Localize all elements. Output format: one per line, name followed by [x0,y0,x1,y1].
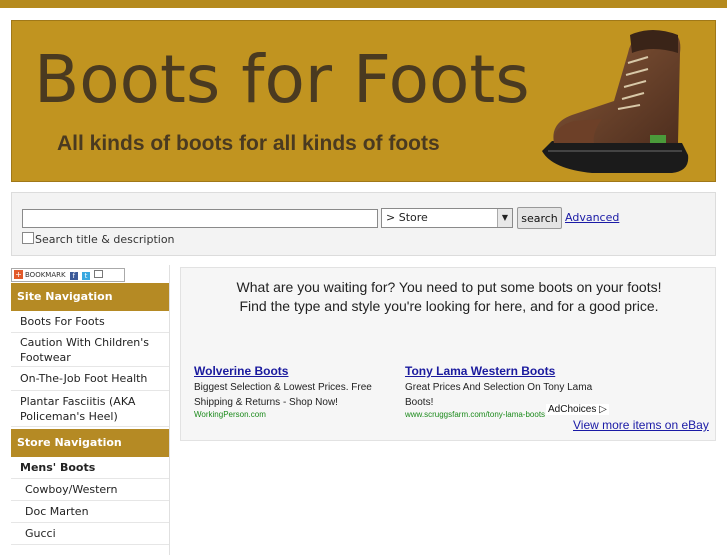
ad-url[interactable]: WorkingPerson.com [194,410,399,420]
sidebar-item-caution-childrens-footwear[interactable]: Caution With Children's Footwear [11,333,169,367]
ad-title[interactable]: Tony Lama Western Boots [405,364,610,378]
sidebar-item-mens-boots[interactable]: Mens' Boots [11,457,169,479]
store-select[interactable]: > Store ▼ [381,208,513,228]
ebay-more-items-link[interactable]: View more items on eBay [573,418,709,432]
search-description-checkbox[interactable] [22,232,34,244]
intro-line-1: What are you waiting for? You need to pu… [236,279,662,295]
main-content: What are you waiting for? You need to pu… [180,267,716,441]
site-title[interactable]: Boots for Foots [34,47,530,113]
ad-body: Biggest Selection & Lowest Prices. Free … [194,382,372,408]
site-banner[interactable]: Boots for Foots All kinds of boots for a… [11,20,716,182]
ad-title[interactable]: Wolverine Boots [194,364,399,378]
store-select-value: > Store [386,211,428,224]
search-input[interactable] [22,209,378,228]
search-bar: > Store ▼ search Advanced Search title &… [11,192,716,256]
twitter-icon[interactable]: t [82,272,91,280]
chevron-down-icon[interactable]: ▼ [497,209,512,227]
email-icon[interactable] [94,270,104,278]
intro-text: What are you waiting for? You need to pu… [181,278,717,316]
search-description-label: Search title & description [35,233,175,246]
top-bar [0,0,727,8]
site-navigation-header: Site Navigation [11,283,169,311]
bookmark-label: BOOKMARK [25,271,66,279]
boot-image [542,30,689,173]
bookmark-button[interactable]: + BOOKMARK f t [11,268,125,282]
intro-line-2: Find the type and style you're looking f… [239,298,659,314]
sidebar-item-cowboy-western[interactable]: Cowboy/Western [11,479,169,501]
ad-wolverine[interactable]: Wolverine Boots Biggest Selection & Lowe… [194,364,399,420]
plus-icon: + [14,270,23,279]
sidebar: + BOOKMARK f t Site Navigation Boots For … [11,265,170,555]
sidebar-item-plantar-fasciitis[interactable]: Plantar Fasciitis (AKA Policeman's Heel) [11,391,169,427]
advanced-search-link[interactable]: Advanced [565,211,619,224]
search-description-option: Search title & description [22,232,175,246]
sidebar-item-gucci[interactable]: Gucci [11,523,169,545]
facebook-icon[interactable]: f [69,272,78,280]
sidebar-item-on-the-job-foot-health[interactable]: On-The-Job Foot Health [11,367,169,391]
store-navigation-header: Store Navigation [11,429,169,457]
sidebar-item-doc-marten[interactable]: Doc Marten [11,501,169,523]
search-button[interactable]: search [517,207,562,229]
adchoices-link[interactable]: AdChoices ▷ [546,404,609,415]
sidebar-item-boots-for-foots[interactable]: Boots For Foots [11,311,169,333]
site-tagline: All kinds of boots for all kinds of foot… [57,132,440,155]
